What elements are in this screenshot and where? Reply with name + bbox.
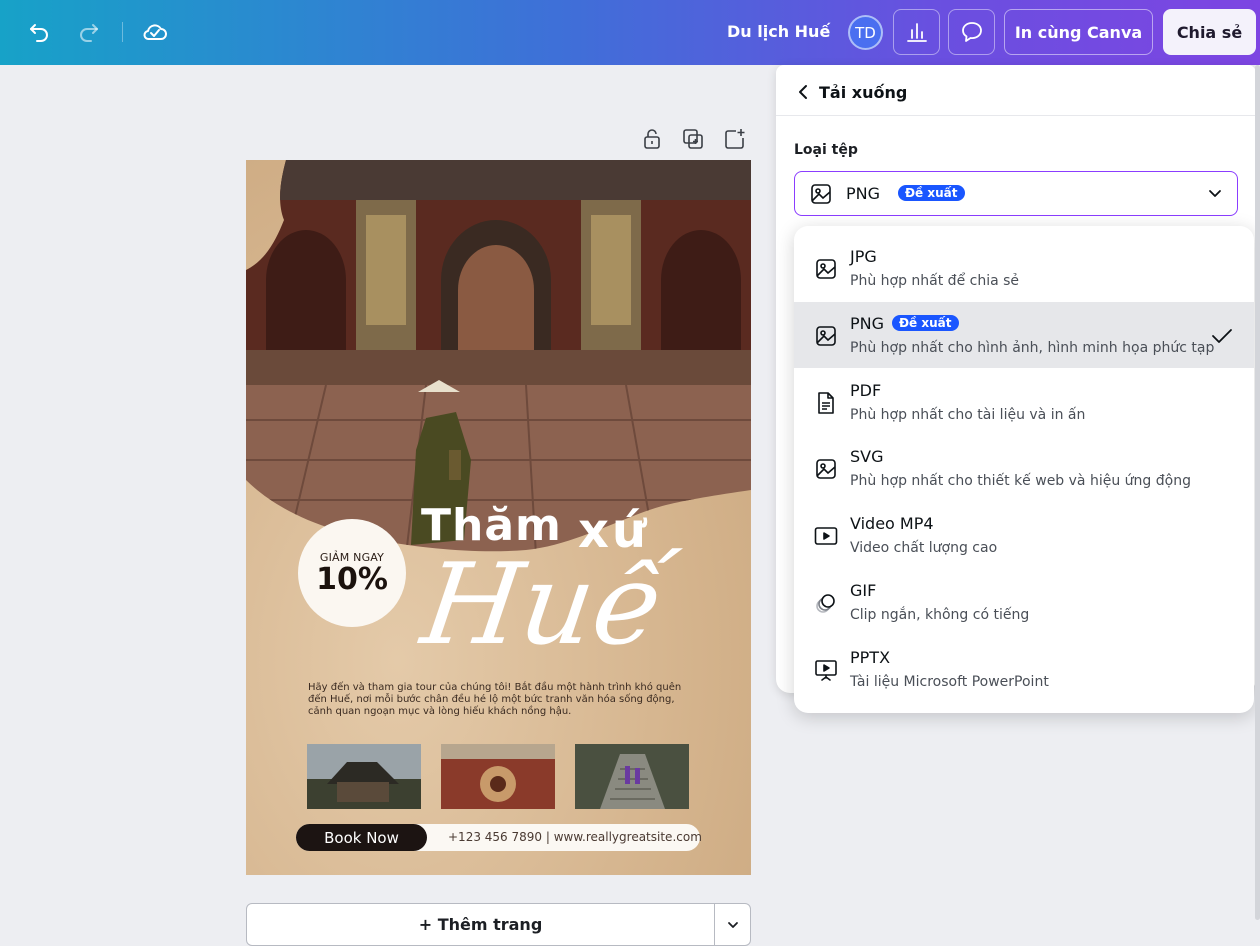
option-description: Video chất lượng cao — [850, 540, 998, 556]
option-description: Phù hợp nhất cho thiết kế web và hiệu ứn… — [850, 473, 1191, 489]
option-name: Video MP4 — [850, 514, 934, 533]
recommended-badge: Đề xuất — [898, 185, 965, 201]
undo-icon[interactable] — [23, 16, 55, 48]
option-gif[interactable]: GIF Clip ngắn, không có tiếng — [794, 569, 1254, 635]
panel-title: Tải xuống — [819, 83, 908, 102]
back-arrow-icon[interactable] — [794, 82, 814, 102]
option-pptx[interactable]: PPTX Tài liệu Microsoft PowerPoint — [794, 636, 1254, 702]
design-page[interactable]: GIẢM NGAY 10% Thăm xứ Huế Hãy đến và tha… — [246, 160, 751, 875]
panel-divider — [776, 115, 1256, 116]
option-name: JPG — [850, 247, 877, 266]
image-icon — [814, 257, 838, 281]
bar-chart-icon — [906, 23, 927, 42]
poster-description[interactable]: Hãy đến và tham gia tour của chúng tôi! … — [308, 682, 698, 718]
option-description: Phù hợp nhất cho hình ảnh, hình minh họa… — [850, 340, 1215, 356]
discount-badge[interactable]: GIẢM NGAY 10% — [302, 523, 402, 623]
headline-script[interactable]: Huế — [415, 540, 672, 670]
option-pdf[interactable]: PDF Phù hợp nhất cho tài liệu và in ấn — [794, 369, 1254, 435]
image-icon — [814, 324, 838, 348]
image-icon — [814, 457, 838, 481]
option-name: SVG — [850, 447, 884, 466]
option-description: Phù hợp nhất để chia sẻ — [850, 273, 1020, 289]
option-svg[interactable]: SVG Phù hợp nhất cho thiết kế web và hiệ… — [794, 435, 1254, 501]
file-type-value: PNG — [846, 184, 881, 203]
option-mp4[interactable]: Video MP4 Video chất lượng cao — [794, 502, 1254, 568]
add-page-button[interactable]: + Thêm trang — [247, 904, 714, 945]
gif-circles-icon — [814, 591, 838, 615]
avatar[interactable]: TD — [848, 15, 883, 50]
share-button[interactable]: Chia sẻ — [1163, 9, 1256, 55]
presentation-icon — [814, 658, 838, 682]
checkmark-icon — [1210, 324, 1234, 352]
file-type-select[interactable]: PNG Đề xuất — [794, 171, 1238, 216]
imperial-gate-photo — [246, 160, 751, 552]
image-icon — [810, 183, 832, 209]
thumbnail-stone-steps — [575, 744, 689, 809]
file-type-label: Loại tệp — [794, 142, 858, 158]
thumbnail-pavilion — [307, 744, 421, 809]
toolbar-divider — [122, 22, 123, 42]
cloud-saved-icon[interactable] — [139, 16, 171, 48]
video-play-icon — [814, 524, 838, 548]
contact-info[interactable]: +123 456 7890 | www.reallygreatsite.com — [448, 830, 702, 844]
recommended-badge: Đề xuất — [892, 315, 959, 331]
file-type-dropdown: JPG Phù hợp nhất để chia sẻ PNG Đề xuất … — [794, 226, 1254, 713]
add-page-icon[interactable] — [724, 128, 746, 150]
add-page-bar: + Thêm trang — [246, 903, 751, 946]
redo-icon[interactable] — [73, 16, 105, 48]
document-icon — [814, 391, 838, 415]
insights-button[interactable] — [893, 9, 940, 55]
option-png[interactable]: PNG Đề xuất Phù hợp nhất cho hình ảnh, h… — [794, 302, 1254, 368]
discount-value: 10% — [316, 561, 388, 597]
duplicate-page-icon[interactable] — [682, 128, 704, 150]
chevron-down-icon — [1207, 185, 1223, 205]
lock-icon[interactable] — [641, 128, 663, 150]
option-name: PDF — [850, 381, 882, 400]
page-scrollbar[interactable] — [1255, 65, 1260, 920]
top-bar: Du lịch Huế TD In cùng Canva Chia sẻ — [0, 0, 1260, 65]
option-name: PNG — [850, 314, 885, 333]
book-now-button[interactable]: Book Now — [296, 824, 427, 851]
speech-bubble-icon — [961, 22, 982, 42]
thumbnail-dragon-relief — [441, 744, 555, 809]
option-jpg[interactable]: JPG Phù hợp nhất để chia sẻ — [794, 235, 1254, 301]
comments-button[interactable] — [948, 9, 995, 55]
chevron-down-icon[interactable] — [715, 904, 751, 945]
option-name: PPTX — [850, 648, 891, 667]
option-description: Tài liệu Microsoft PowerPoint — [850, 674, 1049, 690]
document-title[interactable]: Du lịch Huế — [727, 22, 830, 41]
option-name: GIF — [850, 581, 877, 600]
print-with-canva-button[interactable]: In cùng Canva — [1004, 9, 1153, 55]
option-description: Phù hợp nhất cho tài liệu và in ấn — [850, 407, 1086, 423]
option-description: Clip ngắn, không có tiếng — [850, 607, 1030, 623]
